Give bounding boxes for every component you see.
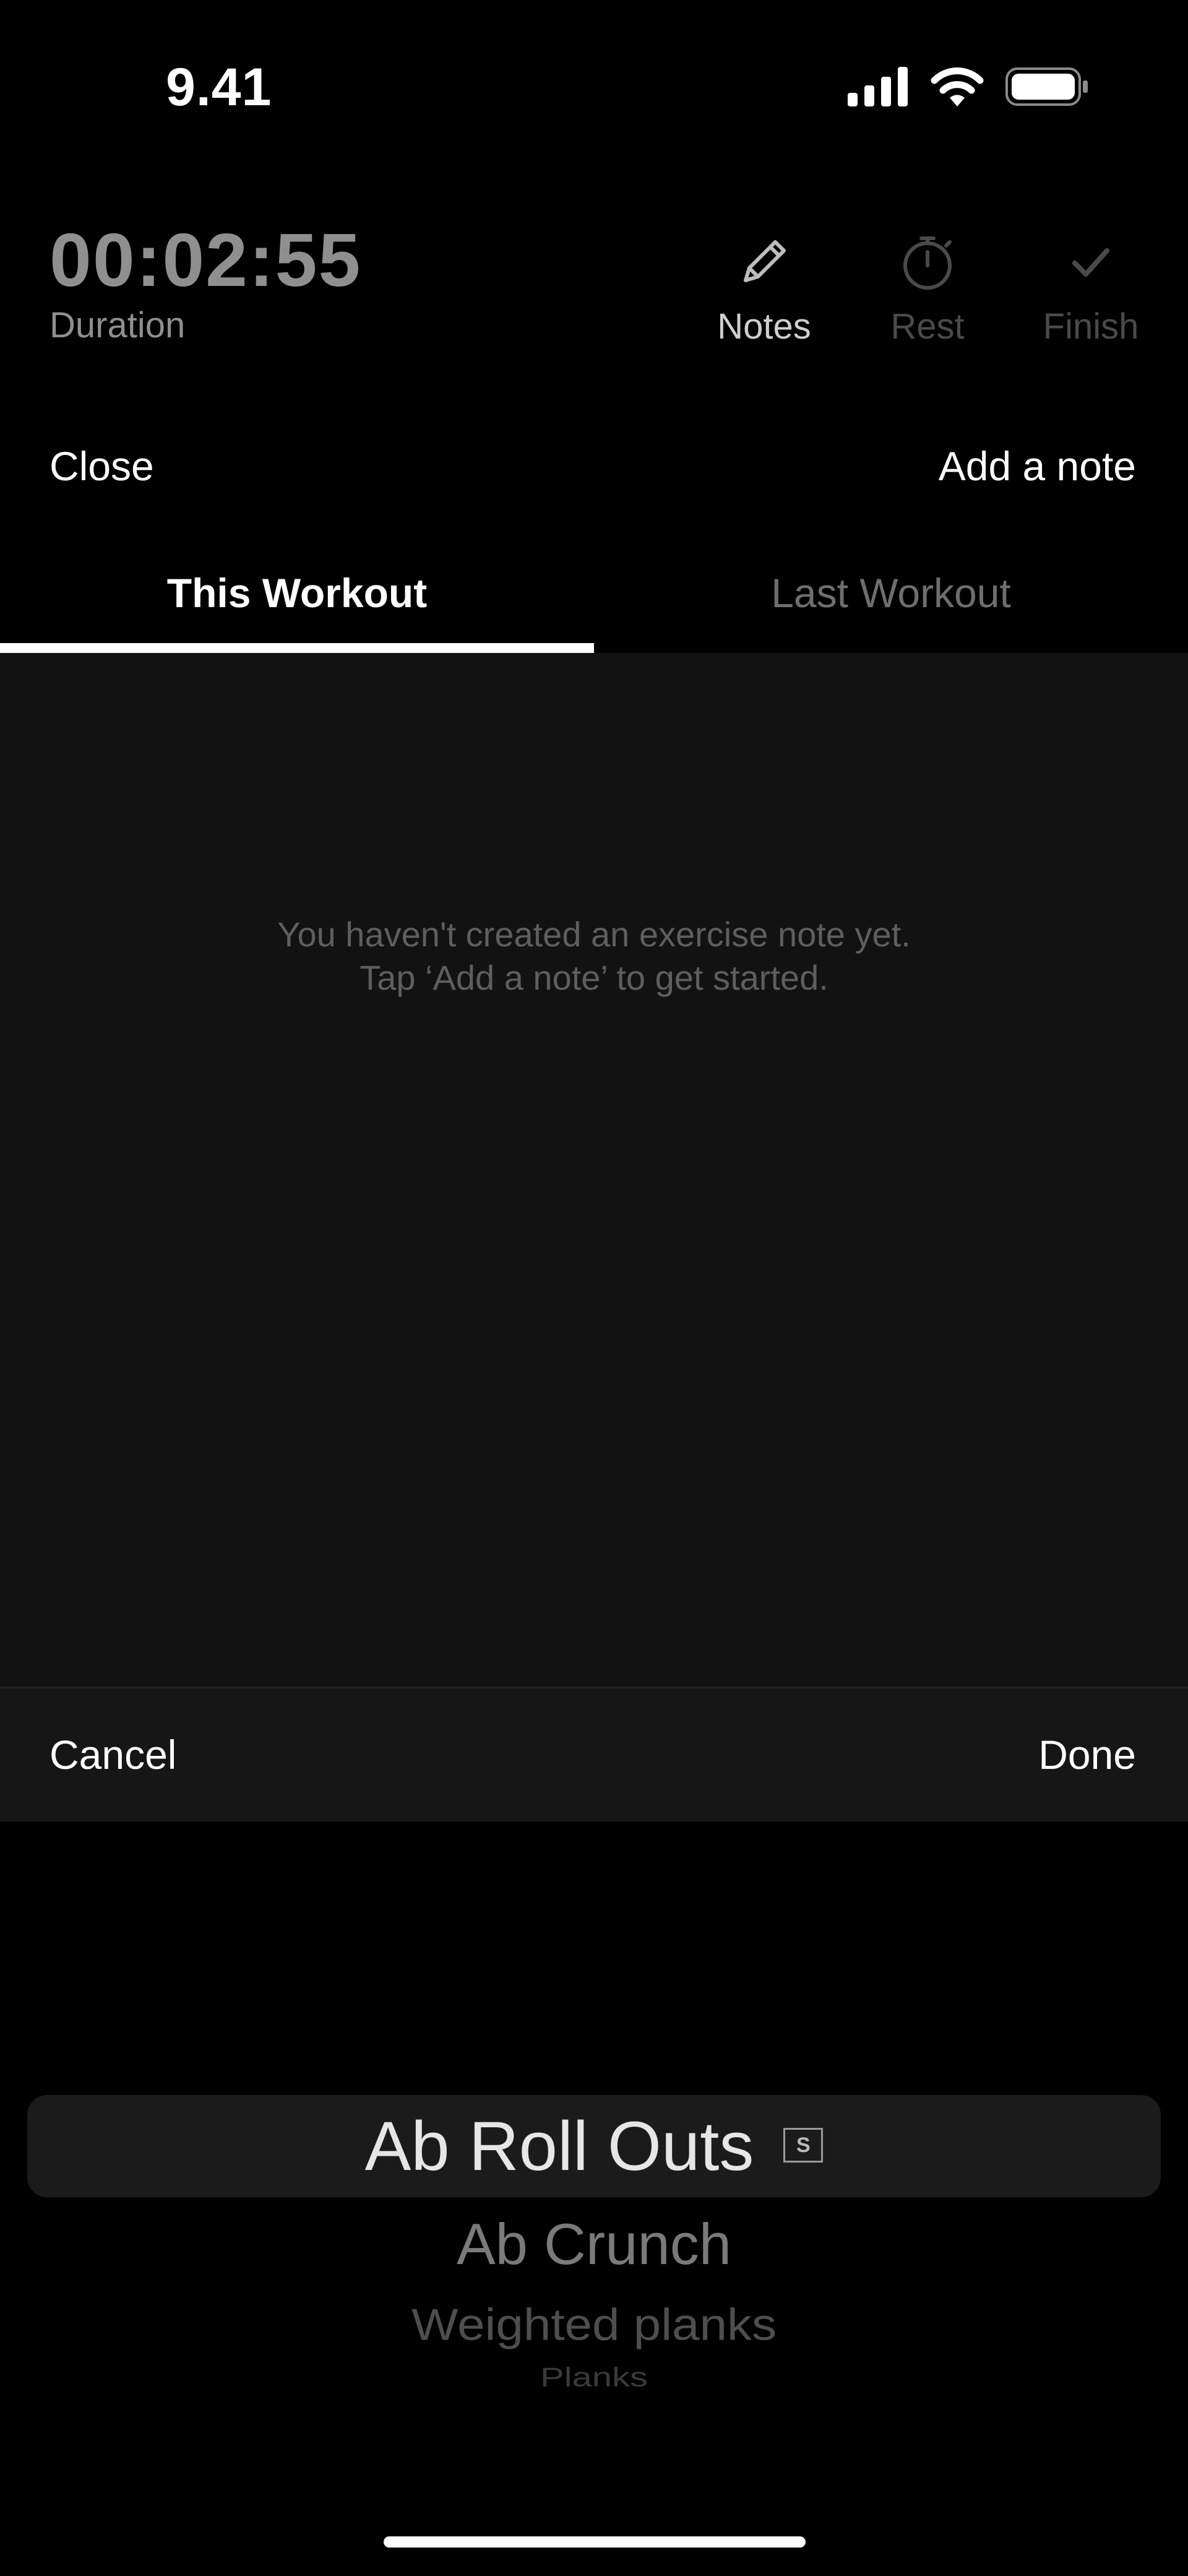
add-note-button[interactable]: Add a note xyxy=(939,443,1136,490)
cancel-button[interactable]: Cancel xyxy=(50,1731,176,1778)
picker-item[interactable]: Weighted planks xyxy=(0,2299,1188,2351)
finish-button[interactable]: Finish xyxy=(1023,228,1159,347)
picker-toolbar xyxy=(0,1687,1188,1822)
notes-button[interactable]: Notes xyxy=(696,228,832,347)
cellular-signal-icon xyxy=(848,67,910,110)
notes-panel xyxy=(0,653,1188,1687)
empty-state-message: You haven't created an exercise note yet… xyxy=(0,913,1188,1000)
selected-tab-indicator xyxy=(0,643,594,653)
status-icons xyxy=(848,67,1089,110)
battery-icon xyxy=(1005,67,1089,110)
stopwatch-icon xyxy=(897,228,958,296)
picker-item[interactable]: Ab Crunch xyxy=(0,2211,1188,2278)
wifi-icon xyxy=(929,67,985,110)
checkmark-icon xyxy=(1060,228,1122,296)
pencil-icon xyxy=(733,228,795,296)
close-button[interactable]: Close xyxy=(50,443,154,490)
picker-item[interactable]: Planks xyxy=(0,2362,1188,2389)
picker-item-selected[interactable]: Ab Roll Outs S xyxy=(0,2106,1188,2186)
tab-last-workout[interactable]: Last Workout xyxy=(594,569,1188,616)
empty-state-line-1: You haven't created an exercise note yet… xyxy=(277,915,911,954)
finish-label: Finish xyxy=(1043,306,1139,347)
superset-badge: S xyxy=(783,2128,824,2163)
notes-label: Notes xyxy=(717,306,811,347)
rest-button[interactable]: Rest xyxy=(859,228,996,347)
home-indicator[interactable] xyxy=(384,2536,806,2548)
notes-tabs: This Workout Last Workout xyxy=(0,545,1188,655)
done-button[interactable]: Done xyxy=(1038,1731,1136,1778)
workout-timer: 00:02:55 xyxy=(50,218,362,302)
status-time: 9.41 xyxy=(166,58,272,117)
tab-this-workout[interactable]: This Workout xyxy=(0,569,594,616)
picker-item-label: Ab Roll Outs xyxy=(364,2107,754,2185)
empty-state-line-2: Tap ‘Add a note’ to get started. xyxy=(359,958,829,997)
rest-label: Rest xyxy=(890,306,965,347)
timer-label: Duration xyxy=(50,305,186,345)
